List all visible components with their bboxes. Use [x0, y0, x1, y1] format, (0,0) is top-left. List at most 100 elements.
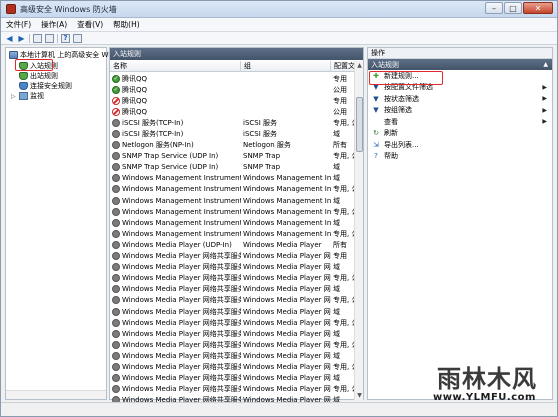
table-row[interactable]: Windows Media Player 网络共享服务(...Windows M…: [110, 350, 355, 361]
table-row[interactable]: Windows Media Player 网络共享服务(...Windows M…: [110, 328, 355, 339]
expand-arrow-icon[interactable]: ▷: [11, 93, 17, 100]
rule-name: Windows Media Player 网络共享服务(...: [122, 340, 241, 349]
table-row[interactable]: Windows Management Instrumentati...Windo…: [110, 184, 355, 195]
rule-name: Windows Media Player 网络共享服务(...: [122, 274, 241, 283]
rule-group: Windows Management In...: [243, 196, 331, 205]
action-item[interactable]: ⇲ 导出列表...: [368, 139, 552, 151]
table-row[interactable]: 腾讯QQ 专用: [110, 95, 355, 106]
table-row[interactable]: iSCSI 服务(TCP-In) iSCSI 服务 域: [110, 128, 355, 139]
submenu-arrow-icon[interactable]: ▶: [542, 84, 547, 91]
table-row[interactable]: Windows Management Instrumentati...Windo…: [110, 195, 355, 206]
rule-profile: 专用, 公: [333, 185, 355, 194]
rule-name-cell: Windows Management Instrumentati...: [110, 229, 241, 238]
scroll-up-arrow-icon[interactable]: ▲: [355, 61, 364, 70]
menu-file[interactable]: 文件(F): [1, 19, 36, 30]
action-item[interactable]: ▼ 按状态筛选 ▶: [368, 93, 552, 105]
actions-section-header[interactable]: 入站规则 ▲: [368, 59, 552, 70]
table-row[interactable]: Windows Management Instrumentati...Windo…: [110, 228, 355, 239]
rules-pane: 入站规则 名称 组 配置文件 ✓腾讯QQ专用✓腾讯QQ公用腾讯QQ专用腾讯QQ公…: [109, 47, 364, 416]
column-group[interactable]: 组: [241, 60, 331, 72]
action-item[interactable]: ↻ 刷新: [368, 128, 552, 140]
help-toolbar-icon[interactable]: ?: [61, 33, 70, 43]
rule-profile: 域: [333, 163, 340, 172]
rule-name: Windows Media Player 网络共享服务(...: [122, 318, 241, 327]
action-item[interactable]: ▼ 按组筛选 ▶: [368, 105, 552, 117]
menu-help[interactable]: 帮助(H): [108, 19, 145, 30]
table-row[interactable]: Windows Media Player 网络共享服务(...Windows M…: [110, 306, 355, 317]
forward-arrow-icon[interactable]: ▶: [17, 34, 26, 43]
table-row[interactable]: 腾讯QQ 公用: [110, 106, 355, 117]
table-row[interactable]: Windows Media Player 网络共享服务(...Windows M…: [110, 295, 355, 306]
table-row[interactable]: Windows Media Player 网络共享服务(...Windows M…: [110, 317, 355, 328]
tree-item-outbound[interactable]: 出站规则: [19, 71, 58, 81]
menu-action[interactable]: 操作(A): [36, 19, 72, 30]
rule-name-cell: Windows Media Player 网络共享服务(...: [110, 384, 241, 394]
minimize-button[interactable]: –: [485, 2, 503, 14]
rules-vertical-scrollbar[interactable]: ▲ ▼: [354, 61, 363, 400]
rule-name: Windows Media Player 网络共享服务(...: [122, 307, 241, 316]
up-folder-icon[interactable]: [33, 33, 42, 43]
rule-name-cell: Windows Media Player 网络共享服务(...: [110, 340, 241, 350]
disabled-rule-icon: [112, 374, 120, 383]
table-row[interactable]: Windows Management Instrumentati...Windo…: [110, 173, 355, 184]
table-row[interactable]: Windows Media Player 网络共享服务(...Windows M…: [110, 339, 355, 350]
show-hide-tree-icon[interactable]: [45, 33, 54, 43]
disabled-rule-icon: [112, 252, 120, 261]
actions-title: 操作: [368, 48, 552, 59]
action-label: 帮助: [384, 152, 398, 161]
table-row[interactable]: Windows Media Player 网络共享服务(...Windows M…: [110, 273, 355, 284]
back-arrow-icon[interactable]: ◀: [5, 34, 14, 43]
outbound-rules-icon: [19, 72, 28, 80]
table-row[interactable]: Windows Media Player 网络共享服务(...Windows M…: [110, 251, 355, 262]
table-row[interactable]: Windows Media Player 网络共享服务(...Windows M…: [110, 262, 355, 273]
tree-item-monitor[interactable]: ▷ 监视: [11, 91, 44, 101]
tree-item-connection-security[interactable]: 连接安全规则: [19, 81, 72, 91]
scroll-thumb[interactable]: [356, 97, 363, 152]
table-row[interactable]: iSCSI 服务(TCP-In) iSCSI 服务 专用, 公...: [110, 117, 355, 128]
rule-name-cell: Windows Media Player 网络共享服务(...: [110, 295, 241, 305]
rule-name: SNMP Trap Service (UDP In): [122, 163, 219, 172]
table-row[interactable]: SNMP Trap Service (UDP In) SNMP Trap 专用, 公…: [110, 151, 355, 162]
action-item[interactable]: 查看 ▶: [368, 116, 552, 128]
maximize-button[interactable]: □: [504, 2, 522, 14]
disabled-rule-icon: [112, 141, 120, 150]
table-row[interactable]: Windows Media Player 网络共享服务(...Windows M…: [110, 284, 355, 295]
table-row[interactable]: Windows Management Instrumentati...Windo…: [110, 206, 355, 217]
action-label: 查看: [384, 117, 398, 126]
action-item[interactable]: ? 帮助: [368, 151, 552, 163]
rule-group: iSCSI 服务: [243, 130, 278, 139]
rule-name-cell: Windows Media Player (UDP-In): [110, 240, 241, 249]
rule-name-cell: ✓ 腾讯QQ: [110, 74, 241, 84]
properties-icon[interactable]: [73, 33, 82, 43]
menu-view[interactable]: 查看(V): [72, 19, 108, 30]
disabled-rule-icon: [112, 207, 120, 216]
table-row[interactable]: Windows Media Player 网络共享服务(...Windows M…: [110, 361, 355, 372]
column-profile[interactable]: 配置文件: [331, 60, 355, 72]
rule-name: iSCSI 服务(TCP-In): [122, 130, 184, 139]
table-row[interactable]: SNMP Trap Service (UDP In) SNMP Trap 域: [110, 162, 355, 173]
submenu-arrow-icon[interactable]: ▶: [542, 95, 547, 102]
rule-name: SNMP Trap Service (UDP In): [122, 152, 219, 161]
table-row[interactable]: Windows Media Player 网络共享服务(...Windows M…: [110, 373, 355, 384]
column-name[interactable]: 名称: [110, 60, 241, 72]
table-row[interactable]: Windows Media Player 网络共享服务(...Windows M…: [110, 384, 355, 395]
table-row[interactable]: Windows Management Instrumentati...Windo…: [110, 217, 355, 228]
rule-name: Windows Management Instrumentati...: [122, 207, 241, 216]
actions-pane: 操作 入站规则 ▲ ✚ 新建规则... ▼ 按配置文件筛选 ▶ ▼ 按状态筛选 ▶ ▼ 按组筛选 ▶…: [367, 47, 553, 400]
block-rule-icon: [112, 96, 120, 105]
submenu-arrow-icon[interactable]: ▶: [542, 107, 547, 114]
table-row[interactable]: ✓ 腾讯QQ 公用: [110, 84, 355, 95]
rule-group: Windows Management In...: [243, 185, 331, 194]
disabled-rule-icon: [112, 307, 120, 316]
submenu-arrow-icon[interactable]: ▶: [542, 118, 547, 125]
scroll-down-arrow-icon[interactable]: ▼: [355, 391, 364, 400]
table-row[interactable]: ✓ 腾讯QQ 专用: [110, 73, 355, 84]
refresh-icon: ↻: [373, 129, 379, 138]
rule-name-cell: Windows Management Instrumentati...: [110, 174, 241, 183]
collapse-arrow-icon[interactable]: ▲: [543, 61, 548, 68]
tree-horizontal-scrollbar[interactable]: [6, 390, 106, 399]
table-row[interactable]: Windows Media Player (UDP-In) Windows Med…: [110, 239, 355, 250]
close-button[interactable]: ✕: [523, 2, 553, 14]
disabled-rule-icon: [112, 152, 120, 161]
table-row[interactable]: Netlogon 服务(NP-In) Netlogon 服务 所有: [110, 140, 355, 151]
